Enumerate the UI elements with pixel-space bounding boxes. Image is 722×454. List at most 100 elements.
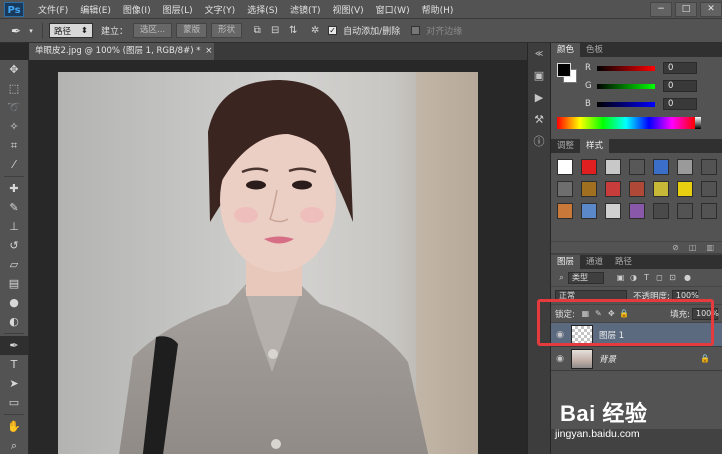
tab-paths[interactable]: 路径 bbox=[609, 255, 638, 269]
menu-view[interactable]: 视图(V) bbox=[326, 3, 369, 16]
filter-pixel-icon[interactable]: ▣ bbox=[614, 273, 627, 282]
style-swatch[interactable] bbox=[677, 159, 693, 175]
path-alignment-icon[interactable]: ⊟ bbox=[266, 25, 284, 36]
green-channel-input[interactable]: 0 bbox=[663, 80, 697, 92]
align-edges-checkbox[interactable] bbox=[411, 26, 421, 35]
maximize-button[interactable]: □ bbox=[675, 1, 697, 17]
lasso-tool-icon[interactable]: ➰ bbox=[0, 98, 28, 117]
clone-stamp-tool-icon[interactable]: ⊥ bbox=[0, 217, 28, 236]
menu-file[interactable]: 文件(F) bbox=[32, 3, 74, 16]
style-swatch[interactable] bbox=[701, 159, 717, 175]
blue-channel-slider[interactable] bbox=[597, 101, 655, 107]
filter-toggle-icon[interactable]: ● bbox=[681, 273, 694, 282]
style-swatch[interactable] bbox=[605, 203, 621, 219]
eye-icon[interactable]: ◉ bbox=[551, 354, 569, 364]
filter-kind-dropdown[interactable]: 类型 bbox=[568, 271, 604, 284]
type-tool-icon[interactable]: T bbox=[0, 355, 28, 374]
quick-select-tool-icon[interactable]: ✧ bbox=[0, 117, 28, 136]
tab-adjustments[interactable]: 调整 bbox=[551, 139, 580, 153]
foreground-color-swatch[interactable] bbox=[557, 63, 571, 77]
history-brush-tool-icon[interactable]: ↺ bbox=[0, 236, 28, 255]
healing-brush-tool-icon[interactable]: ✚ bbox=[0, 179, 28, 198]
menu-edit[interactable]: 编辑(E) bbox=[74, 3, 117, 16]
dodge-tool-icon[interactable]: ◐ bbox=[0, 312, 28, 331]
red-channel-slider[interactable] bbox=[597, 65, 655, 71]
pen-tool-icon[interactable]: ✒ bbox=[0, 336, 28, 355]
actions-panel-icon[interactable]: ▶ bbox=[528, 87, 550, 109]
path-selection-tool-icon[interactable]: ➤ bbox=[0, 374, 28, 393]
brush-tool-icon[interactable]: ✎ bbox=[0, 198, 28, 217]
style-swatch[interactable] bbox=[701, 181, 717, 197]
green-channel-slider[interactable] bbox=[597, 83, 655, 89]
red-channel-input[interactable]: 0 bbox=[663, 62, 697, 74]
blur-tool-icon[interactable]: ● bbox=[0, 293, 28, 312]
make-selection-button[interactable]: 选区... bbox=[133, 23, 173, 38]
canvas[interactable] bbox=[58, 72, 478, 454]
new-style-icon[interactable]: ◫ bbox=[689, 243, 697, 252]
menu-select[interactable]: 选择(S) bbox=[241, 3, 284, 16]
tab-color[interactable]: 颜色 bbox=[551, 43, 581, 57]
style-swatch[interactable] bbox=[629, 181, 645, 197]
layer-row-background[interactable]: ◉ 背景 🔒 bbox=[551, 347, 722, 371]
style-swatch[interactable] bbox=[605, 181, 621, 197]
collapse-panels-icon[interactable]: ≪ bbox=[528, 43, 550, 65]
style-swatch[interactable] bbox=[581, 203, 597, 219]
hand-tool-icon[interactable]: ✋ bbox=[0, 417, 28, 436]
menu-layer[interactable]: 图层(L) bbox=[157, 3, 199, 16]
menu-window[interactable]: 窗口(W) bbox=[370, 3, 416, 16]
style-swatch[interactable] bbox=[581, 181, 597, 197]
crop-tool-icon[interactable]: ⌗ bbox=[0, 136, 28, 155]
menu-type[interactable]: 文字(Y) bbox=[199, 3, 242, 16]
style-swatch[interactable] bbox=[629, 203, 645, 219]
style-swatch[interactable] bbox=[653, 159, 669, 175]
style-swatch[interactable] bbox=[581, 159, 597, 175]
style-swatch[interactable] bbox=[653, 181, 669, 197]
style-swatch[interactable] bbox=[701, 203, 717, 219]
tool-presets-panel-icon[interactable]: ⚒ bbox=[528, 109, 550, 131]
eyedropper-tool-icon[interactable]: ⁄ bbox=[0, 155, 28, 174]
rectangle-tool-icon[interactable]: ▭ bbox=[0, 393, 28, 412]
document-tab[interactable]: 单眼皮2.jpg @ 100% (图层 1, RGB/8#) * × bbox=[29, 43, 214, 60]
history-panel-icon[interactable]: ▣ bbox=[528, 65, 550, 87]
make-shape-button[interactable]: 形状 bbox=[211, 23, 243, 38]
tab-channels[interactable]: 通道 bbox=[580, 255, 609, 269]
close-button[interactable]: ✕ bbox=[700, 1, 722, 17]
style-swatch[interactable] bbox=[605, 159, 621, 175]
zoom-tool-icon[interactable]: ⌕ bbox=[0, 436, 28, 454]
style-swatch[interactable] bbox=[677, 181, 693, 197]
style-swatch[interactable] bbox=[557, 159, 573, 175]
style-swatch[interactable] bbox=[653, 203, 669, 219]
style-swatch[interactable] bbox=[557, 203, 573, 219]
filter-smart-object-icon[interactable]: ⊡ bbox=[666, 273, 679, 282]
tab-swatches[interactable]: 色板 bbox=[580, 43, 609, 57]
mode-dropdown[interactable]: 路径 ⬍ bbox=[49, 23, 93, 38]
gear-icon[interactable]: ✲ bbox=[306, 25, 324, 36]
clear-style-icon[interactable]: ⊘ bbox=[672, 243, 679, 252]
blue-channel-input[interactable]: 0 bbox=[663, 98, 697, 110]
style-swatch[interactable] bbox=[557, 181, 573, 197]
filter-adjustment-icon[interactable]: ◑ bbox=[627, 273, 640, 282]
trash-icon[interactable]: ▥ bbox=[706, 243, 714, 252]
tab-layers[interactable]: 图层 bbox=[551, 255, 581, 269]
tab-styles[interactable]: 样式 bbox=[580, 139, 610, 153]
menu-image[interactable]: 图像(I) bbox=[117, 3, 157, 16]
style-swatch[interactable] bbox=[677, 203, 693, 219]
eraser-tool-icon[interactable]: ▱ bbox=[0, 255, 28, 274]
gradient-tool-icon[interactable]: ▤ bbox=[0, 274, 28, 293]
chevron-down-icon[interactable]: ▾ bbox=[26, 27, 36, 35]
make-mask-button[interactable]: 蒙版 bbox=[176, 23, 208, 38]
properties-panel-icon[interactable]: ⓘ bbox=[528, 131, 550, 153]
menu-help[interactable]: 帮助(H) bbox=[416, 3, 460, 16]
marquee-tool-icon[interactable]: ⬚ bbox=[0, 79, 28, 98]
pen-tool-icon[interactable]: ✒ bbox=[6, 24, 26, 38]
minimize-button[interactable]: − bbox=[650, 1, 672, 17]
tab-close-icon[interactable]: × bbox=[205, 46, 212, 56]
color-spectrum-bar[interactable] bbox=[557, 117, 701, 129]
path-arrangement-icon[interactable]: ⇅ bbox=[284, 25, 302, 36]
menu-filter[interactable]: 滤镜(T) bbox=[284, 3, 327, 16]
path-operations-icon[interactable]: ⧉ bbox=[248, 25, 266, 36]
auto-add-delete-checkbox[interactable]: ✓ bbox=[328, 26, 338, 35]
style-swatch[interactable] bbox=[629, 159, 645, 175]
filter-type-icon[interactable]: T bbox=[640, 273, 653, 282]
move-tool-icon[interactable]: ✥ bbox=[0, 60, 28, 79]
